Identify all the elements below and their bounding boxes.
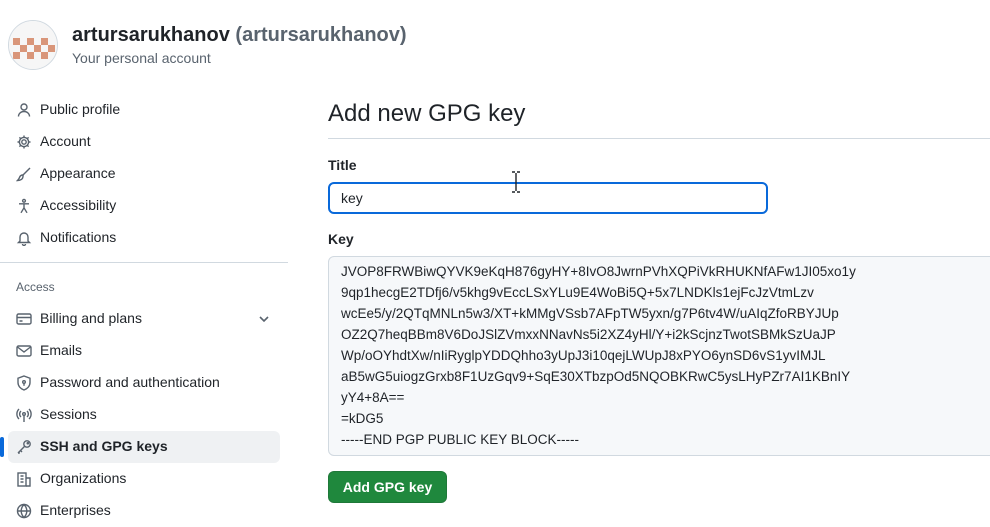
sidebar-item-label: Accessibility [40,197,117,213]
key-label: Key [328,231,354,247]
sidebar-item-billing[interactable]: Billing and plans [8,303,280,335]
page-title: Add new GPG key [328,100,526,127]
sidebar-item-sessions[interactable]: Sessions [8,399,280,431]
sidebar-item-label: Emails [40,342,83,358]
key-line: =kDG5 [341,411,384,426]
sidebar-section-heading: Access [16,280,55,294]
gear-icon [17,135,31,149]
key-icon [17,440,31,454]
key-textarea[interactable]: JVOP8FRWBiwQYVK9eKqH876gyHY+8IvO8JwrnPVh… [328,256,990,456]
sidebar-item-password-authentication[interactable]: Password and authentication [8,367,280,399]
shield-lock-icon [17,375,31,391]
login-name: (artursarukhanov) [235,24,407,46]
sidebar-item-account[interactable]: Account [8,126,280,158]
key-line: Wp/oOYhdtXw/nIiRyglpYDDQhho3yUpJ3i10qejL… [341,348,826,363]
account-subtitle: Your personal account [72,50,211,66]
sidebar-item-public-profile[interactable]: Public profile [8,94,280,126]
key-line: JVOP8FRWBiwQYVK9eKqH876gyHY+8IvO8JwrnPVh… [341,264,856,279]
sidebar-item-enterprises[interactable]: Enterprises [8,495,280,527]
text-cursor-icon [512,171,520,193]
sidebar-item-label: Sessions [40,406,97,422]
settings-sidebar: Public profile Account Appearance Access… [0,94,288,527]
key-line: wcEe5/y/2QTqMNLn5w3/XT+kMMgVSsb7AFpTW5yx… [341,306,839,321]
sidebar-item-accessibility[interactable]: Accessibility [8,190,280,222]
gpg-key-form: Add new GPG key Title Key JVOP8FRWBiwQYV… [328,96,990,503]
accessibility-icon [19,198,29,214]
sidebar-item-label: Public profile [40,101,121,117]
person-icon [17,103,31,117]
sidebar-item-label: Billing and plans [40,310,142,326]
sidebar-item-appearance[interactable]: Appearance [8,158,280,190]
bell-icon [16,232,32,246]
sidebar-item-emails[interactable]: Emails [8,335,280,367]
chevron-down-icon[interactable] [256,311,272,327]
key-line: yY4+8A== [341,390,405,405]
paintbrush-icon [16,167,31,182]
account-name[interactable]: artursarukhanov (artursarukhanov) [72,24,407,47]
sidebar-item-label: Account [40,133,91,149]
key-line: aB5wG5uiogzGrxb8F1UzGqv9+SqE30XTbzpOd5NQ… [341,369,851,384]
key-line: OZ2Q7heqBBm8V6DoJSlZVmxxNNavNs5i2XZ4yHl/… [341,327,836,342]
add-gpg-key-button[interactable]: Add GPG key [328,471,447,503]
sidebar-item-ssh-gpg-keys[interactable]: SSH and GPG keys [0,431,280,463]
title-input[interactable] [328,182,768,214]
key-line: 9qp1hecgE2TDfj6/v5khg9vEccLSxYLu9E4WoBi5… [341,285,814,300]
credit-card-icon [16,313,32,325]
organization-icon [17,472,31,487]
sidebar-item-notifications[interactable]: Notifications [8,222,280,254]
key-line: -----END PGP PUBLIC KEY BLOCK----- [341,432,580,447]
sidebar-divider [0,262,288,263]
sidebar-item-organizations[interactable]: Organizations [8,463,280,495]
sidebar-item-label: Notifications [40,229,117,245]
broadcast-icon [16,408,32,422]
mail-icon [16,345,32,357]
sidebar-item-label: Enterprises [40,502,111,518]
sidebar-item-label: Password and authentication [40,374,220,390]
title-label: Title [328,157,357,173]
sidebar-item-label: SSH and GPG keys [40,438,168,454]
sidebar-item-label: Appearance [40,165,116,181]
title-divider [328,138,990,139]
display-name: artursarukhanov [72,24,230,46]
sidebar-item-label: Organizations [40,470,127,486]
avatar[interactable] [8,20,58,70]
globe-icon [16,503,32,519]
